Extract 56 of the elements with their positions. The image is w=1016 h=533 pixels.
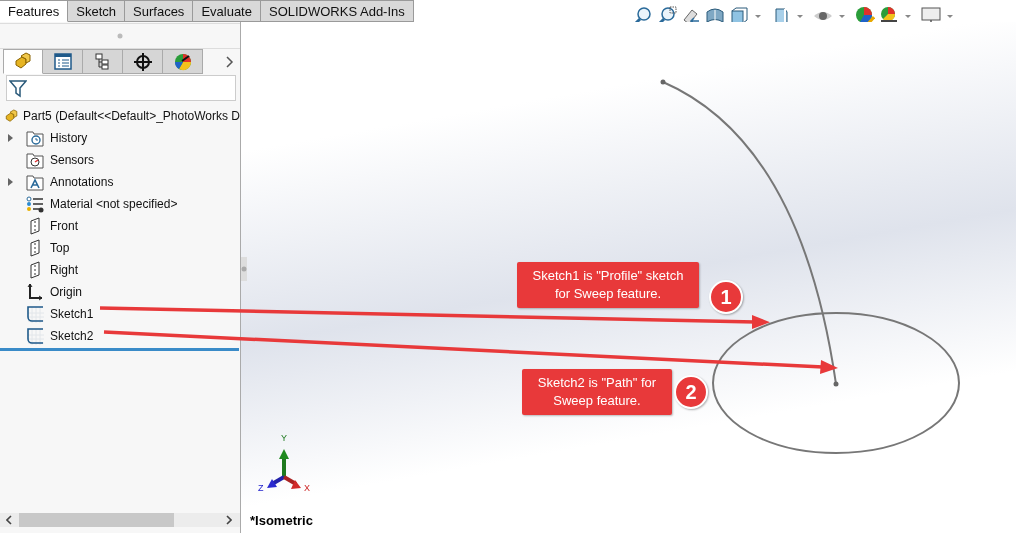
axis-label: Z <box>258 484 264 493</box>
property-list-icon <box>52 51 73 72</box>
command-tab[interactable]: SOLIDWORKS Add-Ins <box>260 0 414 22</box>
sketch-icon <box>26 326 45 346</box>
sensor-folder-icon <box>26 150 45 170</box>
dropdown-caret-icon[interactable] <box>947 14 953 18</box>
part-icon <box>4 107 20 125</box>
view-orientation-label: *Isometric <box>250 513 313 528</box>
callout-note: Sketch1 is "Profile" sketch for Sweep feature. <box>517 262 699 308</box>
tree-root-label[interactable]: Part5 (Default<<Default>_PhotoWorks D <box>23 109 240 123</box>
command-tab[interactable]: Evaluate <box>193 0 261 22</box>
triad-x-axis-arrow <box>283 475 301 489</box>
triad-y-axis-arrow <box>279 449 289 477</box>
dropdown-caret-icon[interactable] <box>797 14 803 18</box>
expand-arrow-icon[interactable] <box>8 178 13 186</box>
horizontal-scrollbar[interactable] <box>0 513 240 527</box>
tree-item[interactable]: History <box>50 131 88 145</box>
panel-tab[interactable] <box>83 49 123 74</box>
tree-item[interactable]: Sketch2 <box>50 329 94 343</box>
axis-label: X <box>304 484 310 493</box>
appearance-ball-icon <box>172 51 193 72</box>
scroll-right-chevron-icon[interactable] <box>226 55 234 68</box>
filter-field[interactable] <box>6 75 236 101</box>
callout-note: Sketch2 is "Path" for Sweep feature. <box>522 369 672 415</box>
origin-axes-icon <box>26 282 45 302</box>
panel-tab[interactable] <box>123 49 163 74</box>
material-list-icon <box>26 194 45 214</box>
expand-arrow-icon[interactable] <box>8 134 13 142</box>
command-tab[interactable]: Features <box>0 0 69 22</box>
tree-item[interactable]: Origin <box>50 285 82 299</box>
dropdown-caret-icon[interactable] <box>755 14 761 18</box>
step-number-badge: 2 <box>674 375 708 409</box>
tree-item[interactable]: Right <box>50 263 78 277</box>
dropdown-caret-icon[interactable] <box>839 14 845 18</box>
tree-item[interactable]: Top <box>50 241 70 255</box>
resize-grip-icon[interactable] <box>117 33 123 39</box>
command-tab[interactable]: Sketch <box>68 0 126 22</box>
filter-icon <box>9 78 27 98</box>
tree-item[interactable]: Front <box>50 219 78 233</box>
splitter-handle-icon[interactable] <box>241 257 247 281</box>
sketch-icon <box>26 304 45 324</box>
tree-item[interactable]: Sketch1 <box>50 307 94 321</box>
dropdown-caret-icon[interactable] <box>905 14 911 18</box>
sketch-endpoint <box>833 381 839 387</box>
panel-tab[interactable] <box>43 49 83 74</box>
step-number-badge: 1 <box>709 280 743 314</box>
triad-z-axis-arrow <box>267 475 285 488</box>
tree-item[interactable]: Sensors <box>50 153 95 167</box>
crosshair-icon <box>132 51 153 72</box>
axis-label: Y <box>281 434 287 443</box>
history-folder-icon <box>26 128 45 148</box>
sketch-endpoint <box>660 79 666 85</box>
annotation-folder-icon <box>26 172 45 192</box>
command-tab[interactable]: Surfaces <box>125 0 194 22</box>
tree-item[interactable]: Annotations <box>50 175 114 189</box>
tree-item[interactable]: Material <not specified> <box>50 197 178 211</box>
